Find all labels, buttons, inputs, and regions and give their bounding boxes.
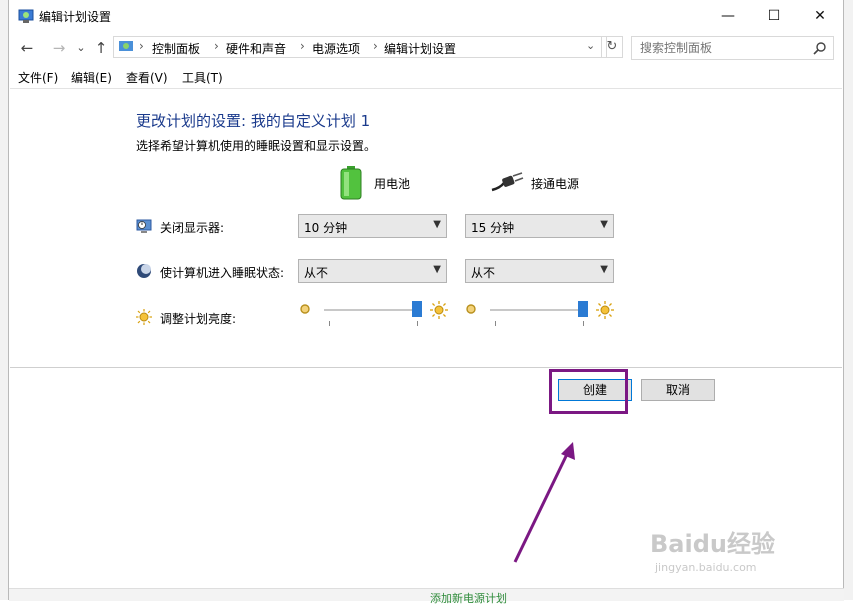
- slider-tick: [495, 321, 496, 326]
- select-value: 从不: [304, 266, 329, 280]
- turn-off-display-label: 关闭显示器:: [160, 221, 225, 235]
- close-button[interactable]: ✕: [797, 0, 843, 32]
- breadcrumb-edit-plan[interactable]: 编辑计划设置: [384, 40, 456, 57]
- sleep-battery-select[interactable]: 从不 ▼: [298, 259, 447, 283]
- chevron-down-icon: ▼: [433, 264, 441, 275]
- select-value: 15 分钟: [471, 221, 515, 235]
- title-bar: 编辑计划设置 — ☐ ✕: [9, 0, 843, 32]
- recent-locations-button[interactable]: ⌄: [71, 38, 91, 58]
- slider-track: [324, 309, 422, 311]
- chevron-down-icon[interactable]: ⌄: [586, 39, 595, 52]
- add-plan-link[interactable]: 添加新电源计划: [430, 590, 507, 606]
- select-value: 从不: [471, 266, 496, 280]
- breadcrumb-separator: ›: [373, 39, 378, 53]
- slider-thumb[interactable]: [412, 301, 423, 317]
- display-off-battery-select[interactable]: 10 分钟 ▼: [298, 214, 447, 238]
- brightness-battery-slider[interactable]: [299, 300, 448, 328]
- chevron-down-icon: ▼: [433, 219, 441, 230]
- menu-file[interactable]: 文件(F): [18, 69, 58, 86]
- brightness-label: 调整计划亮度:: [160, 312, 237, 326]
- bottom-background: [9, 588, 844, 601]
- brightness-plugged-slider[interactable]: [465, 300, 614, 328]
- slider-tick: [329, 321, 330, 326]
- back-button[interactable]: ←: [17, 38, 37, 58]
- refresh-button[interactable]: ↻: [601, 36, 623, 58]
- breadcrumb-control-panel[interactable]: 控制面板: [152, 40, 200, 57]
- address-bar[interactable]: › 控制面板 › 硬件和声音 › 电源选项 › 编辑计划设置 ⌄: [113, 36, 607, 58]
- menu-edit[interactable]: 编辑(E): [71, 69, 112, 86]
- highlight-box: [549, 369, 628, 414]
- address-row: ← → ⌄ ↑ › 控制面板 › 硬件和声音 › 电源选项 › 编辑计划设置 ⌄…: [9, 33, 843, 63]
- sleep-moon-icon: [137, 264, 151, 278]
- slider-tick: [417, 321, 418, 326]
- breadcrumb-hardware-sound[interactable]: 硬件和声音: [226, 40, 286, 57]
- display-off-plugged-select[interactable]: 15 分钟 ▼: [465, 214, 614, 238]
- chevron-down-icon: ▼: [600, 264, 608, 275]
- dim-brightness-icon: [466, 304, 476, 314]
- sleep-plugged-select[interactable]: 从不 ▼: [465, 259, 614, 283]
- search-icon[interactable]: [813, 41, 827, 55]
- menu-tools[interactable]: 工具(T): [182, 69, 223, 86]
- slider-track: [490, 309, 588, 311]
- maximize-button[interactable]: ☐: [751, 0, 797, 32]
- control-panel-icon: [119, 41, 133, 51]
- breadcrumb-separator: ›: [214, 39, 219, 53]
- sleep-label: 使计算机进入睡眠状态:: [160, 266, 285, 280]
- slider-tick: [583, 321, 584, 326]
- column-on-battery: 用电池: [374, 177, 411, 191]
- watermark-url: jingyan.baidu.com: [655, 561, 757, 574]
- window-title: 编辑计划设置: [39, 10, 112, 24]
- background-right: [844, 0, 853, 600]
- menu-view[interactable]: 查看(V): [126, 69, 168, 86]
- background-left: [0, 0, 8, 600]
- up-button[interactable]: ↑: [91, 38, 111, 58]
- monitor-clock-icon: [136, 219, 152, 233]
- power-plug-icon: [491, 172, 524, 192]
- battery-icon: [340, 166, 362, 200]
- forward-button[interactable]: →: [49, 38, 69, 58]
- breadcrumb-separator: ›: [300, 39, 305, 53]
- search-box[interactable]: [631, 36, 834, 60]
- power-options-icon: [18, 9, 34, 23]
- chevron-down-icon: ▼: [600, 219, 608, 230]
- bright-brightness-icon: [430, 301, 448, 319]
- breadcrumb-separator: ›: [139, 39, 144, 53]
- column-plugged-in: 接通电源: [531, 177, 580, 191]
- brightness-icon: [136, 309, 152, 325]
- annotation-arrow: [513, 442, 575, 563]
- bright-brightness-icon: [596, 301, 614, 319]
- page-subtitle: 选择希望计算机使用的睡眠设置和显示设置。: [136, 139, 377, 153]
- minimize-button[interactable]: —: [705, 0, 751, 32]
- dim-brightness-icon: [300, 304, 310, 314]
- cancel-button[interactable]: 取消: [641, 379, 715, 401]
- search-input[interactable]: [638, 40, 812, 56]
- slider-thumb[interactable]: [578, 301, 589, 317]
- menu-bar: 文件(F) 编辑(E) 查看(V) 工具(T): [9, 66, 843, 88]
- watermark-logo: Baidu经验: [650, 530, 775, 558]
- select-value: 10 分钟: [304, 221, 348, 235]
- breadcrumb-power-options[interactable]: 电源选项: [312, 40, 360, 57]
- page-title: 更改计划的设置: 我的自定义计划 1: [136, 112, 371, 130]
